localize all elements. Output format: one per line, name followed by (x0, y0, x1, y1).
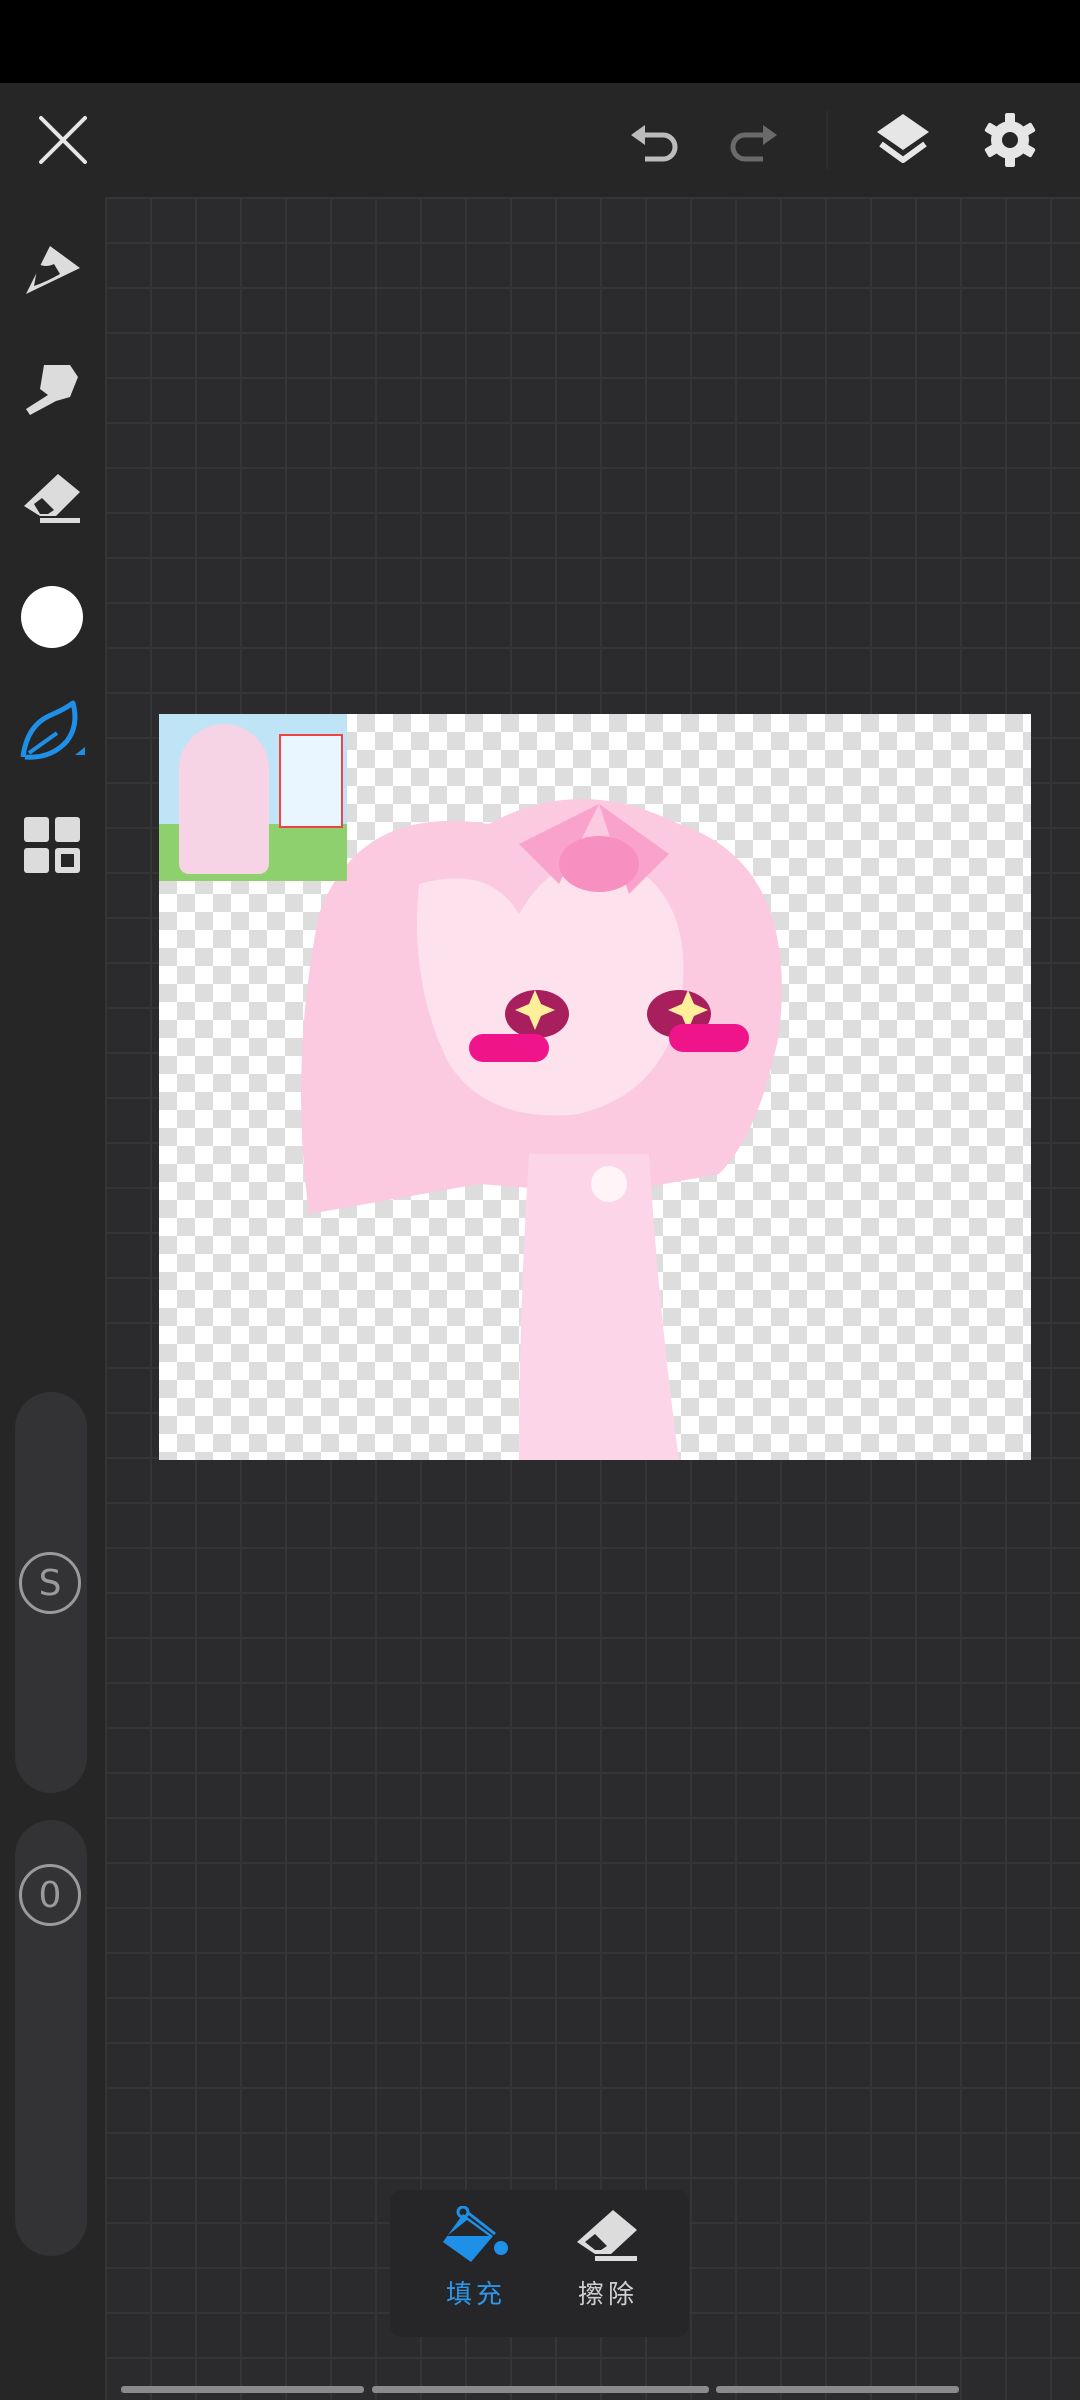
scrollbar-segment[interactable] (121, 2386, 364, 2393)
fill-tool-panel: 填充 擦除 (390, 2190, 689, 2337)
paint-bucket-icon (443, 2206, 508, 2262)
eraser-icon (577, 2210, 637, 2261)
top-toolbar (0, 83, 1080, 197)
scrollbar-segment[interactable] (716, 2386, 959, 2393)
brush-leaf-icon[interactable] (17, 697, 87, 767)
size-slider-label: S (19, 1552, 81, 1614)
brush-opacity-slider[interactable]: 0 (15, 1820, 87, 2256)
fill-button[interactable]: 填充 (416, 2206, 536, 2326)
eraser-tool-icon[interactable] (17, 465, 87, 535)
close-icon[interactable] (28, 105, 98, 175)
status-bar (0, 0, 1080, 83)
undo-icon[interactable] (620, 105, 690, 175)
layers-icon[interactable] (868, 105, 938, 175)
reference-thumbnail[interactable] (159, 714, 347, 881)
fill-label: 填充 (445, 2280, 506, 2310)
grid-menu-icon[interactable] (17, 810, 87, 880)
erase-button[interactable]: 擦除 (548, 2206, 668, 2326)
smudge-tool-icon[interactable] (17, 352, 87, 422)
toolbar-divider (826, 111, 828, 169)
drawing-canvas[interactable] (159, 714, 1031, 1460)
pen-tool-icon[interactable] (17, 237, 87, 307)
erase-label: 擦除 (577, 2280, 638, 2310)
color-swatch[interactable] (17, 582, 87, 652)
tool-sidebar: S 0 (0, 197, 105, 2400)
settings-icon[interactable] (975, 105, 1045, 175)
scrollbar-segment[interactable] (372, 2386, 709, 2393)
brush-size-slider[interactable]: S (15, 1392, 87, 1793)
opacity-slider-label: 0 (19, 1864, 81, 1926)
redo-icon[interactable] (718, 105, 788, 175)
